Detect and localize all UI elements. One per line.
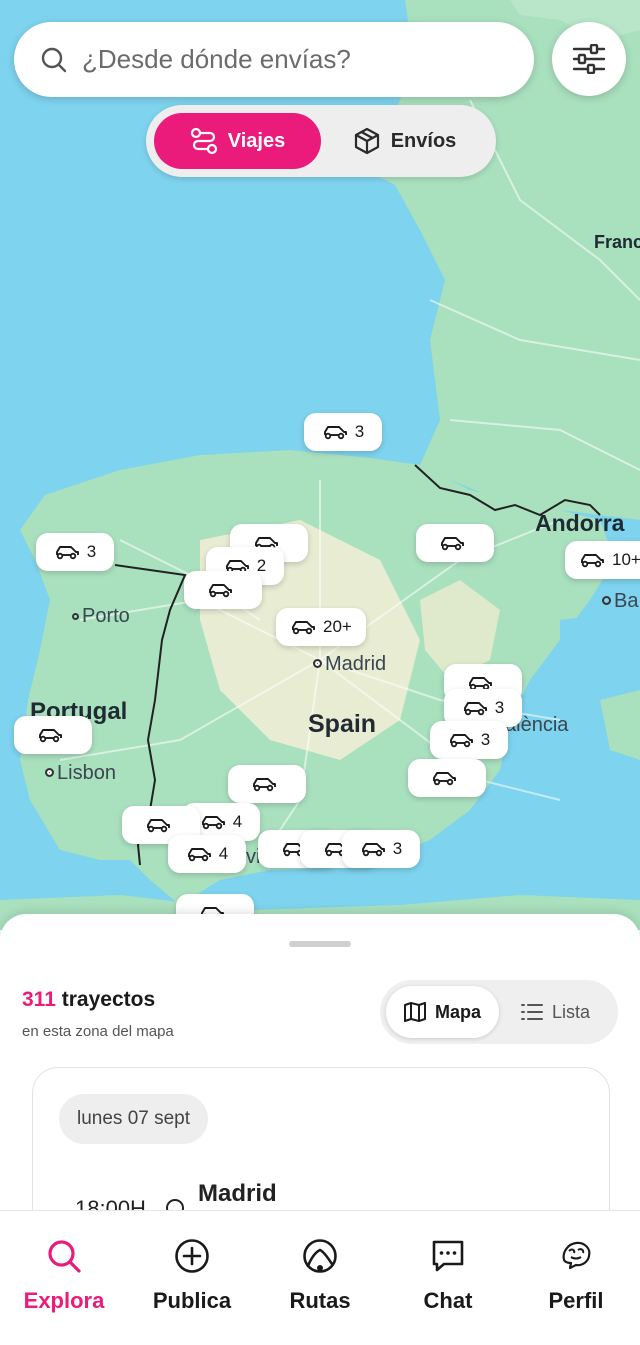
nav-publica-label: Publica (152, 1288, 232, 1313)
car-icon (579, 552, 605, 568)
car-icon (145, 817, 171, 833)
pin-count: 20+ (323, 617, 352, 636)
box-icon (354, 127, 379, 155)
sliders-icon (572, 44, 606, 74)
nav-explora-label: Explora (23, 1288, 105, 1313)
car-icon (462, 700, 488, 716)
nav-perfil-label: Perfil (548, 1288, 604, 1313)
view-map-button[interactable]: Mapa (386, 986, 499, 1038)
nav-chat-label: Chat (423, 1288, 473, 1313)
map-trip-pin[interactable] (228, 765, 306, 803)
bottom-nav: Explora Publica Rutas Chat Perfil (0, 1210, 640, 1345)
pin-count: 4 (218, 844, 229, 863)
plus-circle-icon (175, 1239, 209, 1273)
pin-count: 4 (232, 812, 243, 831)
map-trip-pin[interactable]: 3 (304, 413, 382, 451)
tab-viajes[interactable]: Viajes (154, 113, 321, 169)
map-trip-pin[interactable]: 3 (342, 830, 420, 868)
car-icon (251, 776, 277, 792)
tab-envios[interactable]: Envíos (321, 113, 488, 169)
filter-button[interactable] (552, 22, 626, 96)
map[interactable]: Franc Andorra Ba Porto Madrid Portugal S… (0, 0, 640, 930)
map-label-spain: Spain (308, 710, 377, 738)
view-list-button[interactable]: Lista (499, 986, 612, 1038)
view-toggle: Mapa Lista (380, 980, 618, 1044)
car-icon (439, 535, 465, 551)
nav-rutas-label: Rutas (289, 1288, 351, 1313)
pin-count: 3 (354, 422, 365, 441)
map-label-madrid: Madrid (313, 653, 386, 676)
search-input[interactable]: ¿Desde dónde envías? (82, 44, 351, 75)
pin-count: 2 (256, 556, 267, 575)
map-label-andorra: Andorra (535, 510, 625, 536)
search-icon (48, 1240, 81, 1273)
trip-card[interactable]: lunes 07 sept 18:00H Madrid (32, 1067, 610, 1214)
car-icon (37, 727, 63, 743)
car-icon (54, 544, 80, 560)
map-trip-pin[interactable] (184, 571, 262, 609)
map-trip-pin[interactable] (408, 759, 486, 797)
car-icon (200, 814, 226, 830)
trip-count-subtitle: en esta zona del mapa (22, 1023, 174, 1040)
search-bar[interactable]: ¿Desde dónde envías? (14, 22, 534, 97)
nav-publica[interactable]: Publica (128, 1211, 256, 1345)
trip-count: 311 trayectos (22, 988, 155, 1012)
map-trip-pin[interactable] (416, 524, 494, 562)
map-trip-pin[interactable]: 3 (36, 533, 114, 571)
tab-viajes-label: Viajes (227, 129, 286, 152)
car-icon (322, 424, 348, 440)
map-label-france: Franc (594, 232, 640, 252)
car-icon (360, 841, 386, 857)
tab-envios-label: Envíos (390, 129, 457, 152)
map-trip-pin[interactable]: 10+ (565, 541, 640, 579)
car-icon (290, 619, 316, 635)
chat-icon (432, 1240, 464, 1272)
sheet-handle[interactable] (289, 941, 351, 947)
mode-toggle: Viajes Envíos (146, 105, 496, 177)
pin-count: 3 (494, 698, 505, 717)
view-list-label: Lista (551, 1001, 591, 1022)
trip-count-number: 311 (22, 988, 56, 1011)
origin-city: Madrid (198, 1180, 277, 1207)
nav-rutas[interactable]: Rutas (256, 1211, 384, 1345)
nav-explora[interactable]: Explora (0, 1211, 128, 1345)
map-trip-pin[interactable]: 4 (168, 835, 246, 873)
map-trip-pin[interactable] (14, 716, 92, 754)
pin-count: 3 (392, 839, 403, 858)
map-label-ba: Ba (602, 590, 638, 613)
results-sheet: 311 trayectos en esta zona del mapa Mapa… (0, 914, 640, 1214)
avatar-icon (562, 1241, 591, 1270)
map-trip-pin[interactable]: 20+ (276, 608, 366, 646)
route-icon (190, 127, 217, 155)
nav-chat[interactable]: Chat (384, 1211, 512, 1345)
view-map-label: Mapa (434, 1001, 481, 1022)
map-label-lisbon: Lisbon (45, 762, 116, 785)
car-icon (448, 732, 474, 748)
nav-perfil[interactable]: Perfil (512, 1211, 640, 1345)
map-icon (403, 1002, 426, 1022)
date-chip: lunes 07 sept (59, 1094, 209, 1144)
trip-count-label: trayectos (61, 988, 156, 1011)
route-icon (303, 1239, 337, 1273)
map-trip-pin[interactable]: 3 (430, 721, 508, 759)
pin-count: 3 (480, 730, 491, 749)
list-icon (520, 1004, 543, 1020)
map-label-porto: Porto (72, 605, 130, 628)
car-icon (431, 770, 457, 786)
car-icon (207, 582, 233, 598)
car-icon (186, 846, 212, 862)
pin-count: 10+ (612, 550, 640, 569)
pin-count: 3 (86, 542, 97, 561)
search-icon (41, 47, 67, 72)
